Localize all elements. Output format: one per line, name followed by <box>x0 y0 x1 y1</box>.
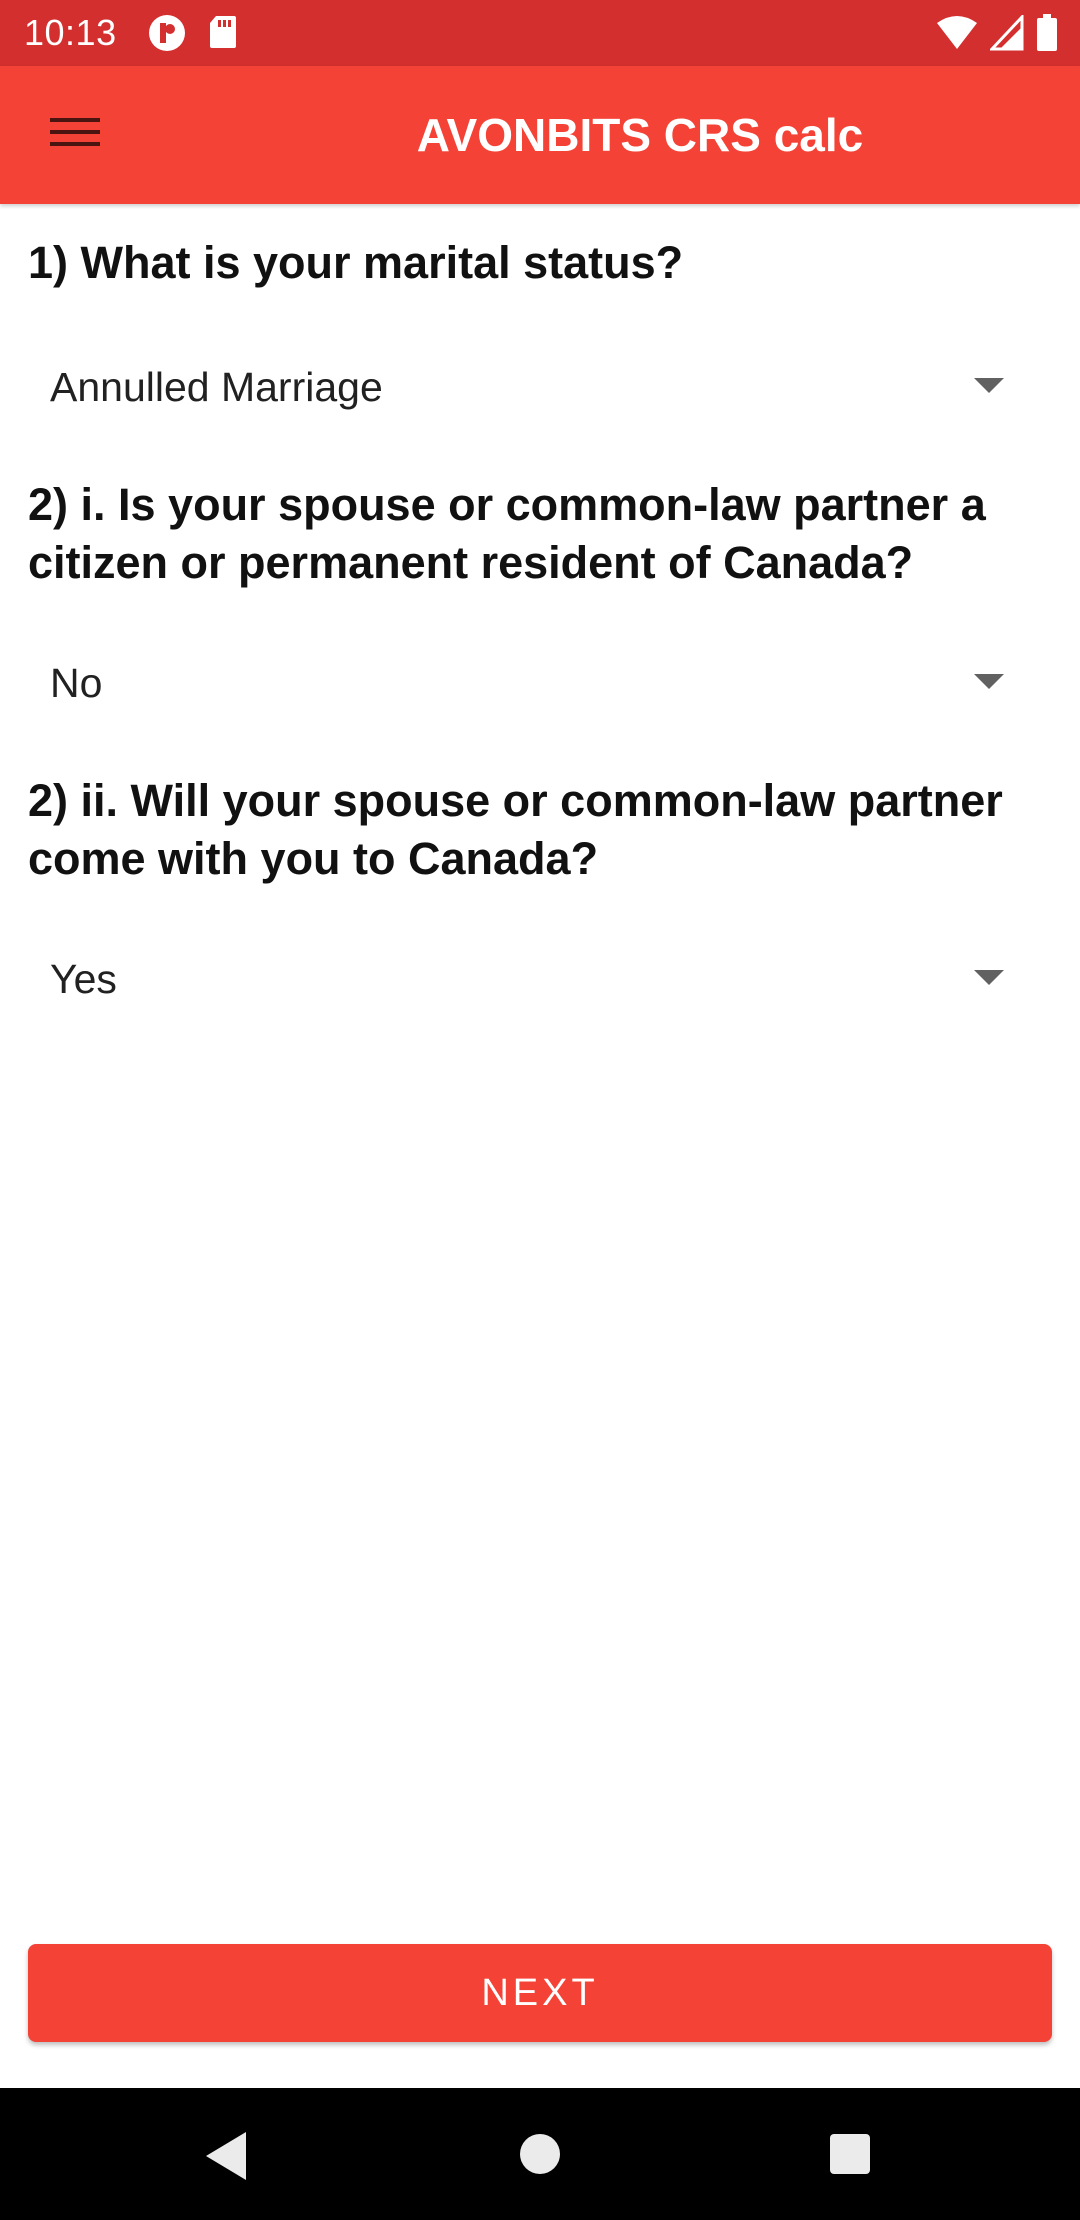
cellular-signal-icon <box>988 13 1024 56</box>
next-button[interactable]: NEXT <box>28 1944 1052 2042</box>
battery-icon <box>1036 14 1058 57</box>
screen: 10:13 AVONBITS CRS calc 1) What is your … <box>0 0 1080 2220</box>
notification-p-icon <box>148 14 186 57</box>
hamburger-menu-icon[interactable] <box>48 112 108 158</box>
marital-status-dropdown[interactable]: Annulled Marriage <box>28 342 1052 432</box>
dropdown-arrow-icon <box>974 674 1004 689</box>
back-icon[interactable] <box>206 2132 246 2180</box>
marital-status-value: Annulled Marriage <box>50 364 383 410</box>
spouse-accompany-dropdown[interactable]: Yes <box>28 934 1052 1024</box>
home-icon[interactable] <box>520 2134 560 2174</box>
app-title: AVONBITS CRS calc <box>416 109 864 161</box>
spouse-citizen-dropdown[interactable]: No <box>28 638 1052 728</box>
question-marital-status: 1) What is your marital status? <box>28 237 684 288</box>
spouse-accompany-value: Yes <box>50 956 117 1002</box>
navigation-bar <box>0 2088 1080 2220</box>
wifi-icon <box>936 15 978 56</box>
status-bar: 10:13 <box>0 0 1080 66</box>
status-left-icons <box>148 14 238 57</box>
status-time: 10:13 <box>24 12 117 53</box>
app-bar: AVONBITS CRS calc <box>0 66 1080 204</box>
question-spouse-accompany: 2) ii. Will your spouse or common-law pa… <box>28 775 1003 884</box>
question-spouse-citizen: 2) i. Is your spouse or common-law partn… <box>28 479 986 588</box>
status-right-icons <box>936 13 1058 57</box>
dropdown-arrow-icon <box>974 378 1004 393</box>
spouse-citizen-value: No <box>50 660 103 706</box>
sd-card-icon <box>208 14 238 57</box>
dropdown-arrow-icon <box>974 970 1004 985</box>
recents-icon[interactable] <box>830 2134 870 2174</box>
